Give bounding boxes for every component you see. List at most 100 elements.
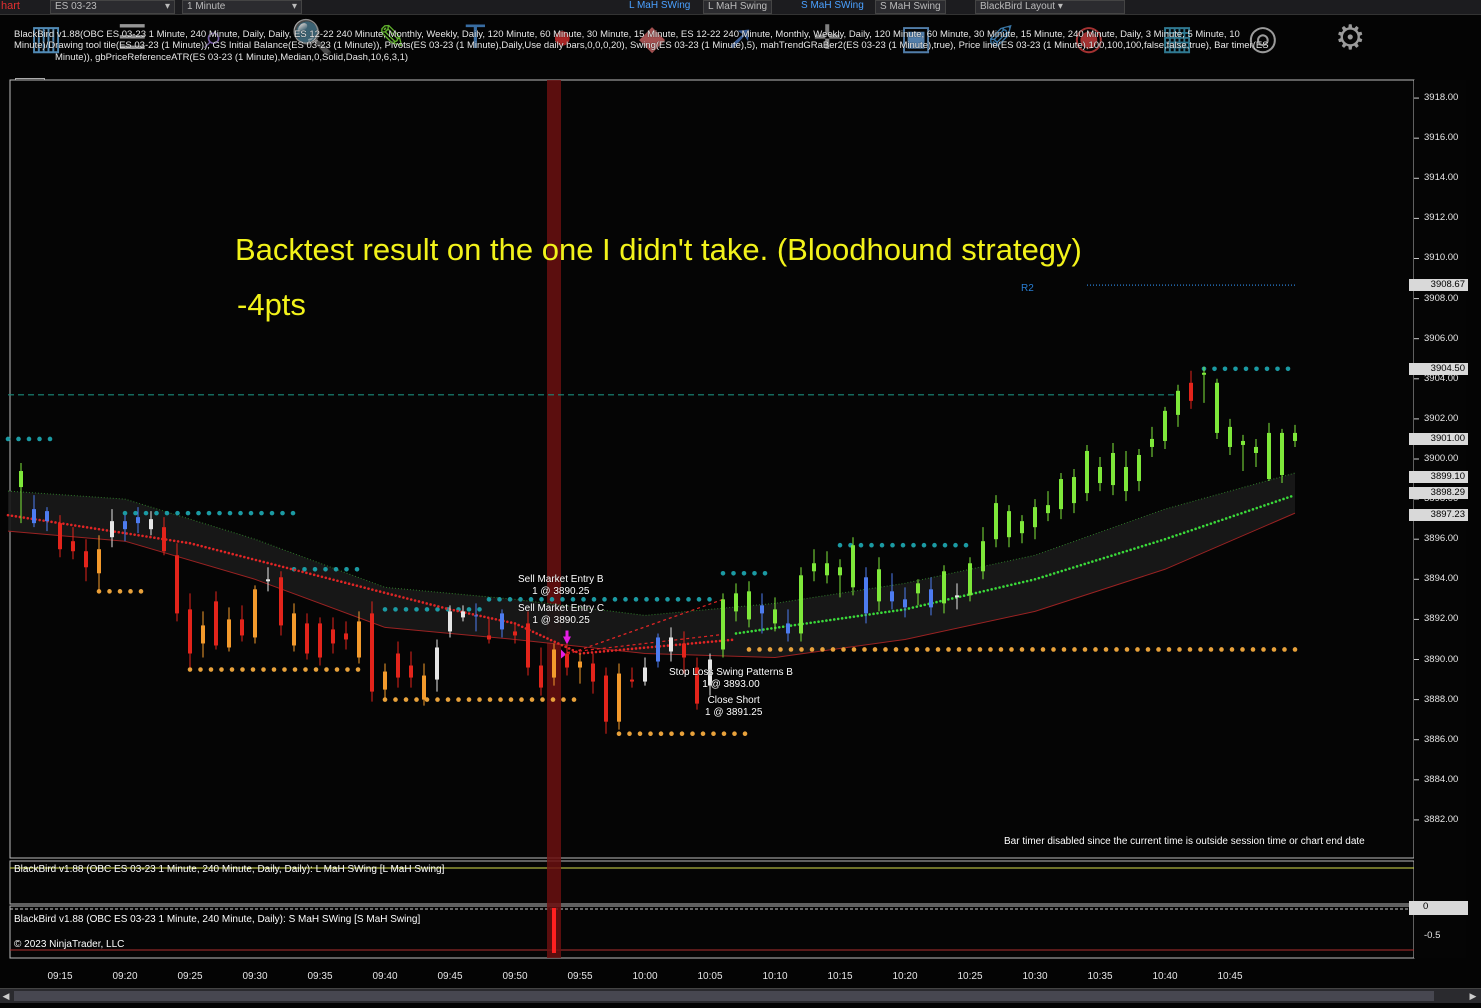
trend-dot-red [662, 644, 666, 648]
swing-dot [227, 510, 233, 516]
swing-dot [107, 589, 112, 594]
swing-dot [900, 542, 906, 548]
candle-body [435, 647, 439, 680]
swing-dot [187, 667, 193, 672]
trend-dot-green [1056, 570, 1060, 574]
trend-dot-green [1178, 532, 1182, 536]
trend-dot-red [650, 645, 654, 649]
trend-dot-green [978, 590, 982, 594]
trend-dot-red [571, 648, 575, 652]
swing-dot [1030, 647, 1035, 652]
trend-dot-red [192, 542, 196, 546]
swing-dot [414, 607, 419, 612]
candle-body [344, 633, 348, 640]
trend-dot-red [10, 514, 14, 518]
time-label: 10:10 [762, 971, 788, 982]
trend-dot-red [301, 570, 304, 574]
swing-dot [393, 697, 398, 702]
swing-dot [185, 510, 191, 516]
sell-entry-c-title: Sell Market Entry C [518, 603, 605, 614]
trend-dot-red [81, 525, 85, 529]
time-label: 10:00 [632, 971, 658, 982]
swing-dot [648, 731, 653, 736]
swing-dot [1135, 647, 1140, 652]
trend-dot-green [1060, 569, 1064, 573]
trend-dot-red [634, 647, 638, 650]
headline-text: Backtest result on the one I didn't take… [235, 232, 1082, 267]
horizontal-scrollbar[interactable]: ◀ ▶ [0, 988, 1481, 1003]
trend-dot-red [347, 582, 351, 586]
candle-body [877, 569, 881, 602]
trend-dot-red [698, 641, 702, 644]
swing-dot [138, 589, 144, 594]
trend-dot-red [316, 574, 320, 578]
swing-dot [313, 667, 319, 672]
candle-body [123, 521, 127, 530]
time-label: 09:25 [177, 971, 203, 982]
swing-dot [1145, 647, 1151, 652]
swing-dot [820, 647, 825, 652]
swing-dot [925, 647, 930, 652]
swing-dot [154, 510, 159, 516]
trend-dot-green [982, 589, 986, 593]
swing-dot [414, 697, 419, 702]
candle-body [1020, 521, 1024, 534]
swing-dot [248, 510, 254, 516]
time-label: 09:20 [112, 971, 138, 982]
swing-dot [47, 436, 53, 442]
scroll-left-icon[interactable]: ◀ [0, 989, 12, 1003]
trend-dot-red [258, 559, 262, 563]
swing-dot [669, 731, 674, 736]
trend-dot-red [594, 650, 598, 654]
trend-dot-green [1113, 553, 1117, 556]
trend-dot-red [149, 535, 152, 539]
candle-body [565, 653, 569, 668]
candle-body [539, 665, 543, 688]
swing-dot [1264, 366, 1270, 372]
trend-dot-green [1286, 496, 1289, 499]
trend-dot-green [1194, 527, 1197, 531]
candle-body [487, 635, 491, 640]
trend-dot-red [246, 556, 250, 560]
price-label: 3918.00 [1424, 92, 1459, 104]
close-short-title: Close Short [707, 695, 760, 706]
trend-dot-green [891, 609, 895, 613]
trend-dot-red [702, 641, 706, 644]
swing-dot [333, 566, 339, 572]
sell-entry-b-qty: 1 @ 3890.25 [532, 586, 590, 597]
trend-dot-green [1266, 502, 1270, 506]
candle-body [396, 653, 400, 678]
time-label: 10:25 [957, 971, 983, 982]
swing-dot [988, 647, 993, 652]
trend-dot-green [1071, 566, 1075, 569]
trend-dot-red [180, 540, 184, 544]
swing-dot [37, 436, 42, 442]
swing-dot [561, 697, 566, 702]
trend-dot-green [1247, 509, 1251, 512]
candle-body [1007, 511, 1011, 538]
candle-body [292, 613, 296, 646]
trend-dot-red [133, 533, 136, 536]
swing-dot [686, 597, 691, 602]
candle-body [71, 541, 75, 552]
swing-dot [1009, 647, 1014, 652]
scroll-right-icon[interactable]: ▶ [1467, 989, 1479, 1003]
swing-dot [1177, 647, 1182, 652]
swing-dot [1240, 647, 1245, 652]
swing-dot [1114, 647, 1119, 652]
swing-dot [1254, 366, 1259, 372]
time-label: 09:45 [437, 971, 463, 982]
trend-dot-red [223, 550, 227, 554]
swing-dot [675, 597, 681, 602]
scrollbar-thumb[interactable] [14, 991, 1434, 1001]
trend-dot-green [1021, 580, 1025, 584]
swing-dot [1275, 366, 1280, 372]
trend-dot-green [1209, 522, 1213, 525]
price-label: 3892.00 [1424, 613, 1459, 625]
swing-dot [540, 697, 545, 702]
swing-dot [435, 607, 440, 612]
time-label: 10:05 [697, 971, 723, 982]
trend-dot-green [793, 623, 797, 627]
price-chart[interactable] [0, 0, 1481, 1008]
trend-dot-green [994, 587, 997, 590]
